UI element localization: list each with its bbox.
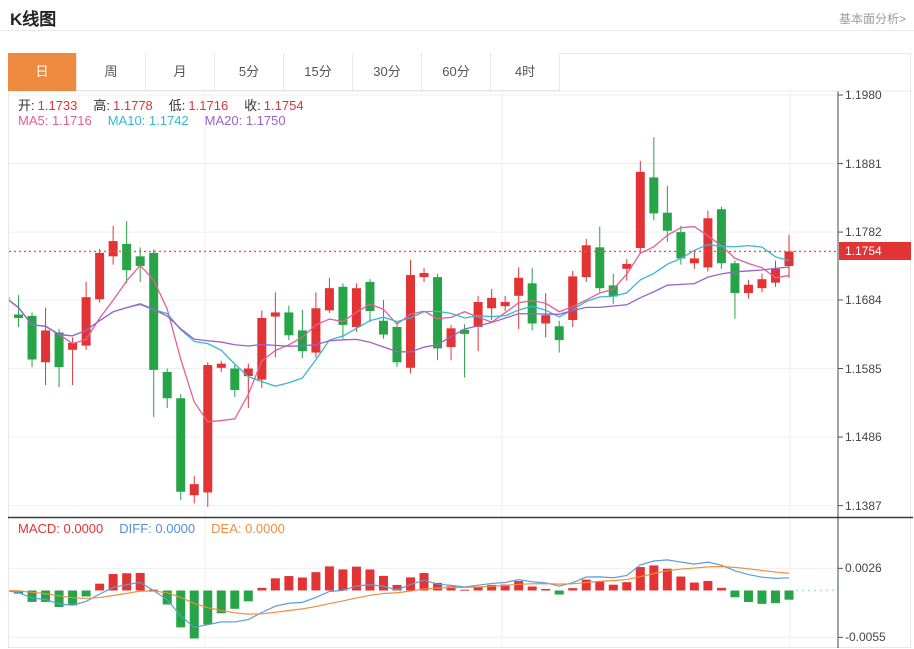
ma-item: MA5: 1.1716 [18,113,92,128]
macd-item: DIFF: 0.0000 [119,521,195,536]
ma-readout: MA5: 1.1716 MA10: 1.1742 MA20: 1.1750 [18,113,302,128]
ma-item: MA10: 1.1742 [108,113,189,128]
kline-widget-page: K线图 基本面分析> 日周月5分15分30分60分4时 开:1.1733高:1.… [0,0,914,649]
tab-周[interactable]: 周 [77,53,146,91]
price-tick-label: 1.1387 [845,499,882,513]
candlestick-series [1,137,794,507]
macd-tick-label: -0.0055 [845,630,886,644]
tab-30分[interactable]: 30分 [353,53,422,91]
ohlc-item: 低:1.1716 [169,95,228,114]
price-tick-label: 1.1684 [845,293,882,307]
price-tick-label: 1.1782 [845,225,882,239]
tab-15分[interactable]: 15分 [284,53,353,91]
macd-series [1,560,837,639]
tab-4时[interactable]: 4时 [491,53,560,91]
period-tabbar: 日周月5分15分30分60分4时 [8,53,560,91]
tab-月[interactable]: 月 [146,53,215,91]
current-price-badge: 1.1754 [839,242,911,260]
tab-5分[interactable]: 5分 [215,53,284,91]
macd-item: DEA: 0.0000 [211,521,285,536]
macd-readout: MACD: 0.0000 DIFF: 0.0000 DEA: 0.0000 [18,521,301,536]
price-tick-label: 1.1585 [845,362,882,376]
tab-日[interactable]: 日 [8,53,77,91]
ma-item: MA20: 1.1750 [205,113,286,128]
ohlc-item: 收:1.1754 [244,95,303,114]
macd-item: MACD: 0.0000 [18,521,103,536]
macd-tick-label: 0.0026 [845,561,882,575]
ohlc-readout: 开:1.1733 高:1.1778 低:1.1716 收:1.1754 [18,95,320,114]
price-tick-label: 1.1881 [845,157,882,171]
tab-60分[interactable]: 60分 [422,53,491,91]
price-tick-label: 1.1486 [845,430,882,444]
price-tick-label: 1.1980 [845,88,882,102]
ohlc-item: 开:1.1733 [18,95,77,114]
ohlc-item: 高:1.1778 [93,95,152,114]
gridlines [9,91,837,648]
